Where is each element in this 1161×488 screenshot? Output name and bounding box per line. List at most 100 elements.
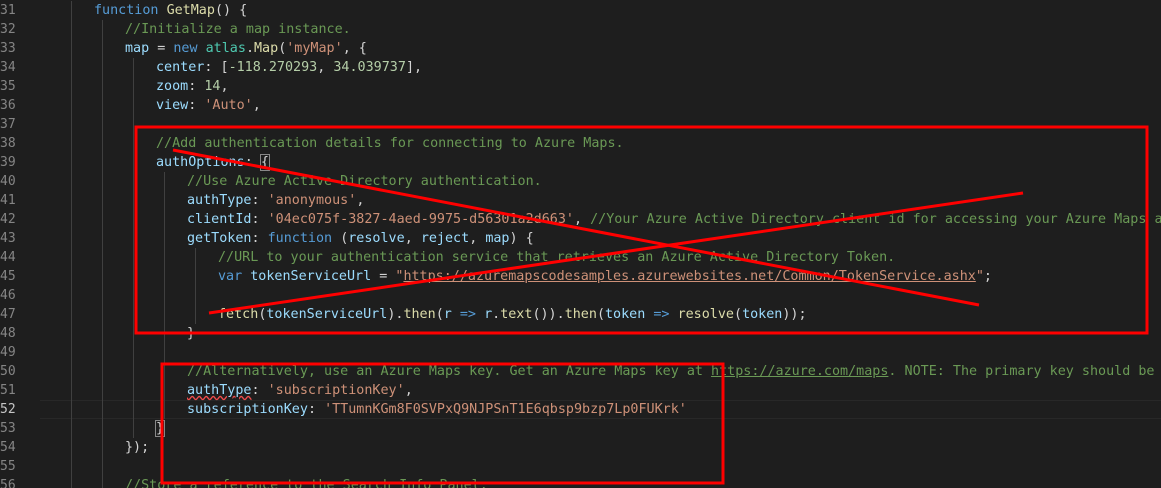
code-line[interactable]: 36 view: 'Auto', (0, 96, 1161, 115)
code-text: } (187, 324, 195, 343)
code-line[interactable]: 40 //Use Azure Active Directory authentic… (0, 172, 1161, 191)
code-line[interactable]: 44 //URL to your authentication service t… (0, 248, 1161, 267)
code-token: Map (254, 41, 279, 56)
indent-guide (133, 153, 134, 172)
indent-guide (71, 20, 72, 39)
code-token: : (251, 383, 268, 398)
code-line[interactable]: 45 var tokenServiceUrl = "https://azurema… (0, 267, 1161, 286)
code-line[interactable]: 38 //Add authentication details for conne… (0, 134, 1161, 153)
code-token: //Alternatively, use an Azure Maps key. … (187, 364, 712, 379)
code-line[interactable]: 55 (0, 457, 1161, 476)
code-token[interactable]: https://azure.com/maps (711, 364, 888, 379)
code-text: authType: 'subscriptionKey', (187, 381, 413, 400)
code-line[interactable]: 42 clientId: '04ec075f-3827-4aed-9975-d56… (0, 210, 1161, 229)
code-text: subscriptionKey: 'TTumnKGm8F0SVPxQ9NJPSn… (187, 400, 687, 419)
indent-guide (164, 400, 165, 419)
code-token: map (485, 231, 510, 246)
code-line[interactable]: 41 authType: 'anonymous', (0, 191, 1161, 210)
indent-guide (71, 58, 72, 77)
code-line[interactable]: 34 center: [-118.270293, 34.039737], (0, 58, 1161, 77)
code-line[interactable]: 33 map = new atlas.Map('myMap', { (0, 39, 1161, 58)
code-token: ) { (509, 231, 534, 246)
code-token: ; (983, 269, 992, 284)
code-text: //Add authentication details for connect… (156, 134, 624, 153)
code-token[interactable]: https://azuremapscodesamples.azurewebsit… (403, 269, 975, 284)
code-line[interactable]: 43 getToken: function (resolve, reject, m… (0, 229, 1161, 248)
indent-guide (102, 400, 103, 419)
indent-guide (102, 267, 103, 286)
code-token: : (188, 79, 205, 94)
code-line[interactable]: 37 (0, 115, 1161, 134)
code-token: //Initialize a map instance. (125, 22, 351, 37)
code-token: : (251, 193, 268, 208)
indent-guide (71, 438, 72, 457)
code-line[interactable]: 35 zoom: 14, (0, 77, 1161, 96)
code-token: resolve (677, 307, 734, 322)
indent-guide (133, 96, 134, 115)
code-line[interactable]: 47 fetch(tokenServiceUrl).then(r => r.tex… (0, 305, 1161, 324)
code-line[interactable]: 51 authType: 'subscriptionKey', (0, 381, 1161, 400)
code-token: ( (734, 307, 743, 322)
code-line[interactable]: 52 subscriptionKey: 'TTumnKGm8F0SVPxQ9NJP… (0, 400, 1161, 419)
line-number: 42 (0, 212, 16, 227)
code-token: " (975, 269, 984, 284)
code-token: clientId (187, 212, 252, 227)
indent-guide (102, 324, 103, 343)
indent-guide (195, 267, 196, 286)
code-token: , (573, 212, 591, 227)
indent-guide (102, 419, 103, 438)
code-token: function (94, 3, 167, 18)
code-line[interactable]: 50 //Alternatively, use an Azure Maps key… (0, 362, 1161, 381)
indent-guide (102, 20, 103, 39)
line-number: 56 (0, 478, 16, 488)
line-number: 54 (0, 440, 16, 455)
code-text: var tokenServiceUrl = "https://azuremaps… (218, 267, 992, 286)
code-token: center (156, 60, 205, 75)
code-token: : [ (204, 60, 229, 75)
code-line[interactable]: 39 authOptions: { (0, 153, 1161, 172)
indent-guide (164, 343, 165, 362)
code-line[interactable]: 31 function GetMap() { (0, 1, 1161, 20)
code-token: authType (187, 383, 252, 398)
code-token: tokenServiceUrl (250, 269, 372, 284)
indent-guide (102, 77, 103, 96)
indent-guide (71, 172, 72, 191)
code-line[interactable]: 48} (0, 324, 1161, 343)
code-editor[interactable]: 31 function GetMap() {32//Initialize a ma… (0, 0, 1161, 488)
code-line[interactable]: 53} (0, 419, 1161, 438)
indent-guide (133, 362, 134, 381)
line-number: 51 (0, 383, 16, 398)
code-token: 14 (204, 79, 221, 94)
code-line[interactable]: 54}); (0, 438, 1161, 457)
code-line[interactable]: 56 //Store a reference to the Search Info… (0, 476, 1161, 488)
code-token: var (218, 269, 251, 284)
indent-guide (71, 457, 72, 476)
code-line[interactable]: 46 (0, 286, 1161, 305)
code-token: : (188, 98, 205, 113)
code-line[interactable]: 49 (0, 343, 1161, 362)
indent-guide (71, 229, 72, 248)
code-token: 'subscriptionKey' (267, 383, 405, 398)
indent-guide (71, 96, 72, 115)
line-number: 48 (0, 326, 16, 341)
line-number: 50 (0, 364, 16, 379)
code-token: : (307, 402, 325, 417)
code-token: : (251, 212, 268, 227)
code-line[interactable]: 32 //Initialize a map instance. (0, 20, 1161, 39)
indent-guide (102, 191, 103, 210)
code-text: //Store a reference to the Search Info P… (125, 476, 488, 488)
code-text: //Alternatively, use an Azure Maps key. … (187, 362, 1161, 381)
line-number: 45 (0, 269, 16, 284)
code-text: authType: 'anonymous', (187, 191, 364, 210)
code-token: fetch (218, 307, 259, 322)
indent-guide (164, 286, 165, 305)
indent-guide (133, 267, 134, 286)
line-number: 41 (0, 193, 16, 208)
code-token: = (149, 41, 174, 56)
line-number: 37 (0, 117, 16, 132)
indent-guide (133, 172, 134, 191)
line-number: 35 (0, 79, 16, 94)
indent-guide (195, 286, 196, 305)
